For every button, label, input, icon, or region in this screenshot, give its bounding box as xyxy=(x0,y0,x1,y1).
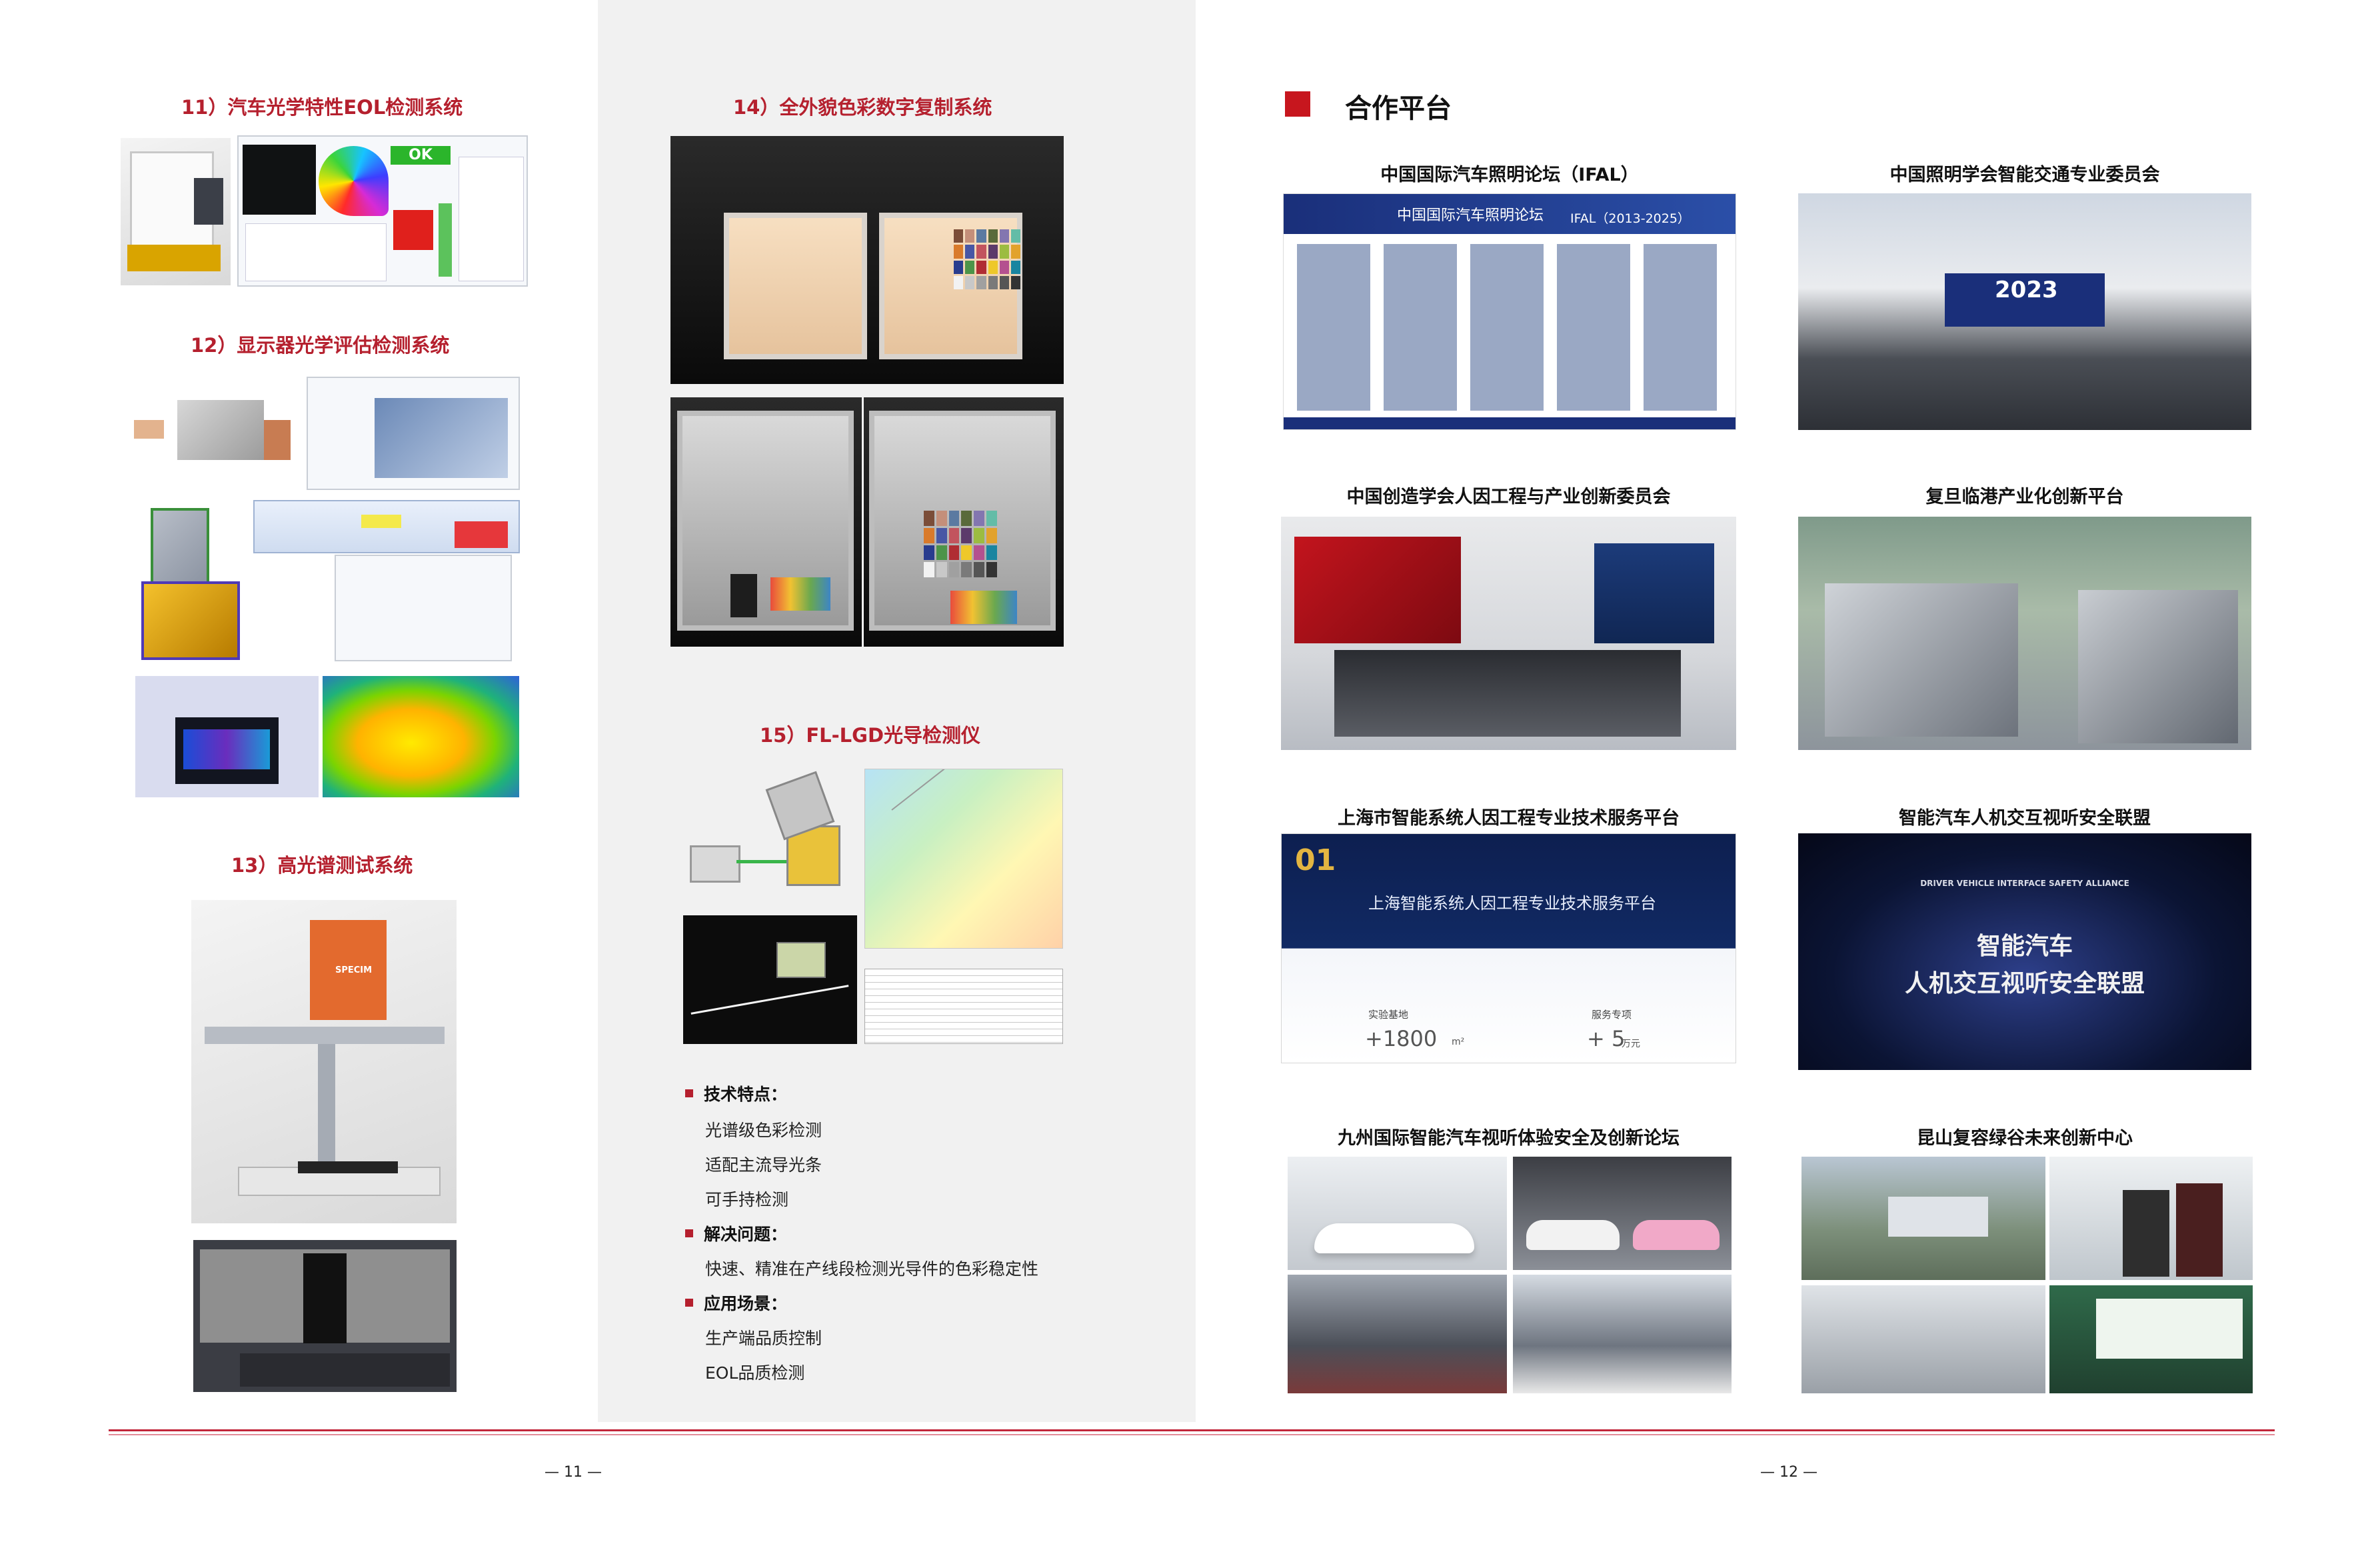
platform-image-shanghai-service-platform: 01 上海智能系统人因工程专业技术服务平台 实验基地 +1800 m² 服务专项… xyxy=(1281,833,1736,1063)
bullet-heading-tech: 技术特点： xyxy=(685,1081,787,1105)
display-test-patterns xyxy=(135,676,319,797)
poster-headline: 上海智能系统人因工程专业技术服务平台 xyxy=(1368,894,1656,913)
color-booth-photo-gray-left xyxy=(670,397,862,647)
platform-image-ifal: 中国国际汽车照明论坛 IFAL（2013-2025） xyxy=(1283,193,1736,430)
bullet-item: 光谱级色彩检测 xyxy=(705,1121,822,1140)
platform-title-human-factors-committee: 中国创造学会人因工程与产业创新委员会 xyxy=(1346,487,1671,507)
page-title: 合作平台 xyxy=(1345,93,1452,124)
platform-title-kunshan-center: 昆山复容绿谷未来创新中心 xyxy=(1917,1128,2133,1149)
bullet-item: EOL品质检测 xyxy=(705,1363,805,1383)
footer-rule-thin xyxy=(109,1434,2275,1435)
fl-lgd-data-table xyxy=(864,969,1063,1044)
jiuzhou-photo-4 xyxy=(1513,1275,1732,1393)
section-title-color-replication: 14）全外貌色彩数字复制系统 xyxy=(733,96,992,119)
display-software-screenshot xyxy=(307,377,520,490)
eol-machine-photo xyxy=(121,138,231,285)
bullet-item: 可手持检测 xyxy=(705,1190,789,1209)
event-year-text: 2023 xyxy=(1995,277,2058,303)
bullet-item: 生产端品质控制 xyxy=(705,1329,822,1348)
eol-software-screenshot: OK xyxy=(237,135,528,287)
section-title-eol: 11）汽车光学特性EOL检测系统 xyxy=(181,96,463,119)
kunshan-presentation-photo xyxy=(2049,1285,2253,1393)
poster-stat-label-1: 实验基地 xyxy=(1368,1009,1409,1021)
jiuzhou-photo-2 xyxy=(1513,1157,1732,1270)
page-number-left: — 11 — xyxy=(545,1464,602,1481)
platform-title-shanghai-service-platform: 上海市智能系统人因工程专业技术服务平台 xyxy=(1338,808,1680,829)
ifal-banner-title: 中国国际汽车照明论坛 xyxy=(1397,207,1544,224)
hyperspectral-software-screenshot xyxy=(193,1240,457,1392)
footer-rule xyxy=(109,1429,2275,1431)
poster-stat-value-1: +1800 xyxy=(1365,1026,1438,1051)
platform-title-lighting-society: 中国照明学会智能交通专业委员会 xyxy=(1889,165,2160,185)
platform-image-human-factors-committee xyxy=(1281,517,1736,750)
color-booth-photo-gray-right xyxy=(864,397,1064,647)
poster-stat-unit-2: 万元 xyxy=(1622,1039,1640,1049)
jiuzhou-photo-3 xyxy=(1288,1275,1507,1393)
kunshan-aerial-photo xyxy=(1801,1157,2045,1280)
display-3d-model xyxy=(137,495,251,668)
color-booth-photo-warm xyxy=(670,136,1064,384)
kunshan-audience-photo xyxy=(1801,1285,2045,1393)
bullet-heading-problem: 解决问题： xyxy=(685,1221,787,1245)
poster-stat-value-2: + 5 xyxy=(1587,1026,1626,1051)
section-title-hyperspectral: 13）高光谱测试系统 xyxy=(231,854,413,877)
platform-title-safety-alliance: 智能汽车人机交互视听安全联盟 xyxy=(1899,808,2151,829)
section-title-display: 12）显示器光学评估检测系统 xyxy=(191,334,450,357)
platform-image-fudan-lingang xyxy=(1798,517,2251,750)
alliance-english-name: DRIVER VEHICLE INTERFACE SAFETY ALLIANCE xyxy=(1920,879,2129,888)
bullet-heading-scenario: 应用场景： xyxy=(685,1291,787,1315)
display-data-table xyxy=(253,500,520,553)
ifal-banner-years: IFAL（2013-2025） xyxy=(1570,211,1690,226)
poster-index-number: 01 xyxy=(1295,843,1336,877)
alliance-title-line-1: 智能汽车 xyxy=(1976,932,2073,960)
section-marker-square xyxy=(1285,91,1310,117)
ok-indicator: OK xyxy=(391,146,451,165)
bullet-item: 适配主流导光条 xyxy=(705,1155,822,1175)
fl-lgd-device-diagram xyxy=(683,765,856,912)
hyperspectral-device-photo: SPECIM xyxy=(191,900,457,1223)
poster-stat-unit-1: m² xyxy=(1452,1037,1465,1047)
section-title-fl-lgd: 15）FL-LGD光导检测仪 xyxy=(760,724,981,747)
display-settings-dialog xyxy=(335,555,512,661)
platform-image-lighting-society: 2023 xyxy=(1798,193,2251,430)
page-number-right: — 12 — xyxy=(1760,1464,1817,1481)
bullet-item: 快速、精准在产线段检测光导件的色彩稳定性 xyxy=(705,1259,1039,1279)
kunshan-meeting-photo xyxy=(2049,1157,2253,1280)
display-rig-diagram xyxy=(131,380,297,487)
poster-stat-label-2: 服务专项 xyxy=(1592,1009,1632,1021)
fl-lgd-chromaticity-chart xyxy=(864,769,1063,949)
jiuzhou-photo-1 xyxy=(1288,1157,1507,1270)
platform-title-fudan-lingang: 复旦临港产业化创新平台 xyxy=(1925,487,2124,507)
platform-image-safety-alliance: DRIVER VEHICLE INTERFACE SAFETY ALLIANCE… xyxy=(1798,833,2251,1070)
display-heatmap xyxy=(323,676,519,797)
platform-title-ifal: 中国国际汽车照明论坛（IFAL） xyxy=(1380,165,1639,185)
alliance-title-line-2: 人机交互视听安全联盟 xyxy=(1904,969,2145,997)
fl-lgd-photo xyxy=(683,915,857,1044)
platform-title-jiuzhou-forum: 九州国际智能汽车视听体验安全及创新论坛 xyxy=(1338,1128,1680,1149)
specim-label: SPECIM xyxy=(335,965,373,975)
